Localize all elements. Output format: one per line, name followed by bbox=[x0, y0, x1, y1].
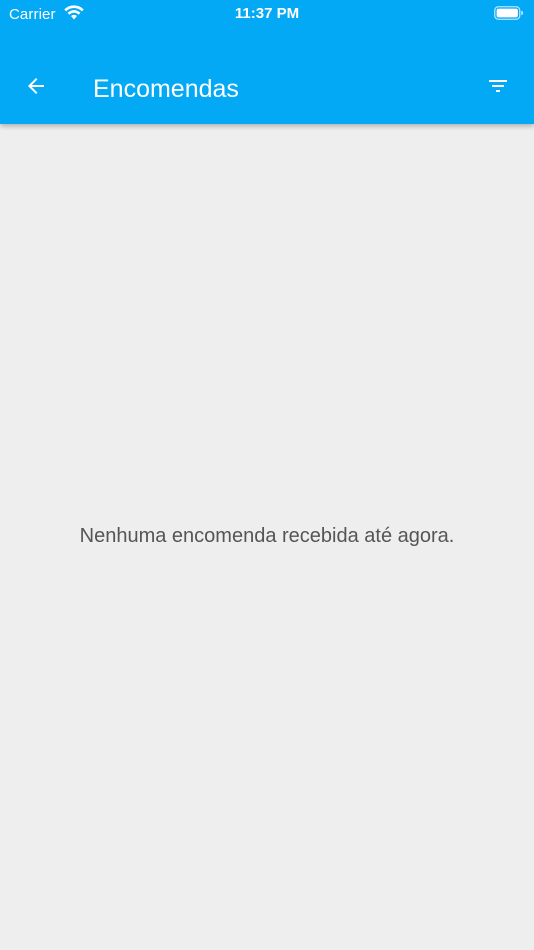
battery-icon bbox=[494, 6, 524, 20]
app-bar: Carrier 11:37 PM Encomendas bbox=[0, 0, 534, 124]
filter-button[interactable] bbox=[480, 70, 516, 106]
toolbar: Encomendas bbox=[0, 52, 534, 124]
page-title: Encomendas bbox=[93, 75, 239, 103]
filter-icon bbox=[486, 74, 510, 103]
empty-state-message: Nenhuma encomenda recebida até agora. bbox=[79, 525, 455, 547]
orders-list-area: Nenhuma encomenda recebida até agora. bbox=[0, 124, 534, 950]
back-button[interactable] bbox=[18, 70, 54, 106]
status-bar: Carrier 11:37 PM bbox=[0, 0, 534, 28]
status-time: 11:37 PM bbox=[234, 5, 300, 22]
arrow-left-icon bbox=[24, 74, 48, 103]
